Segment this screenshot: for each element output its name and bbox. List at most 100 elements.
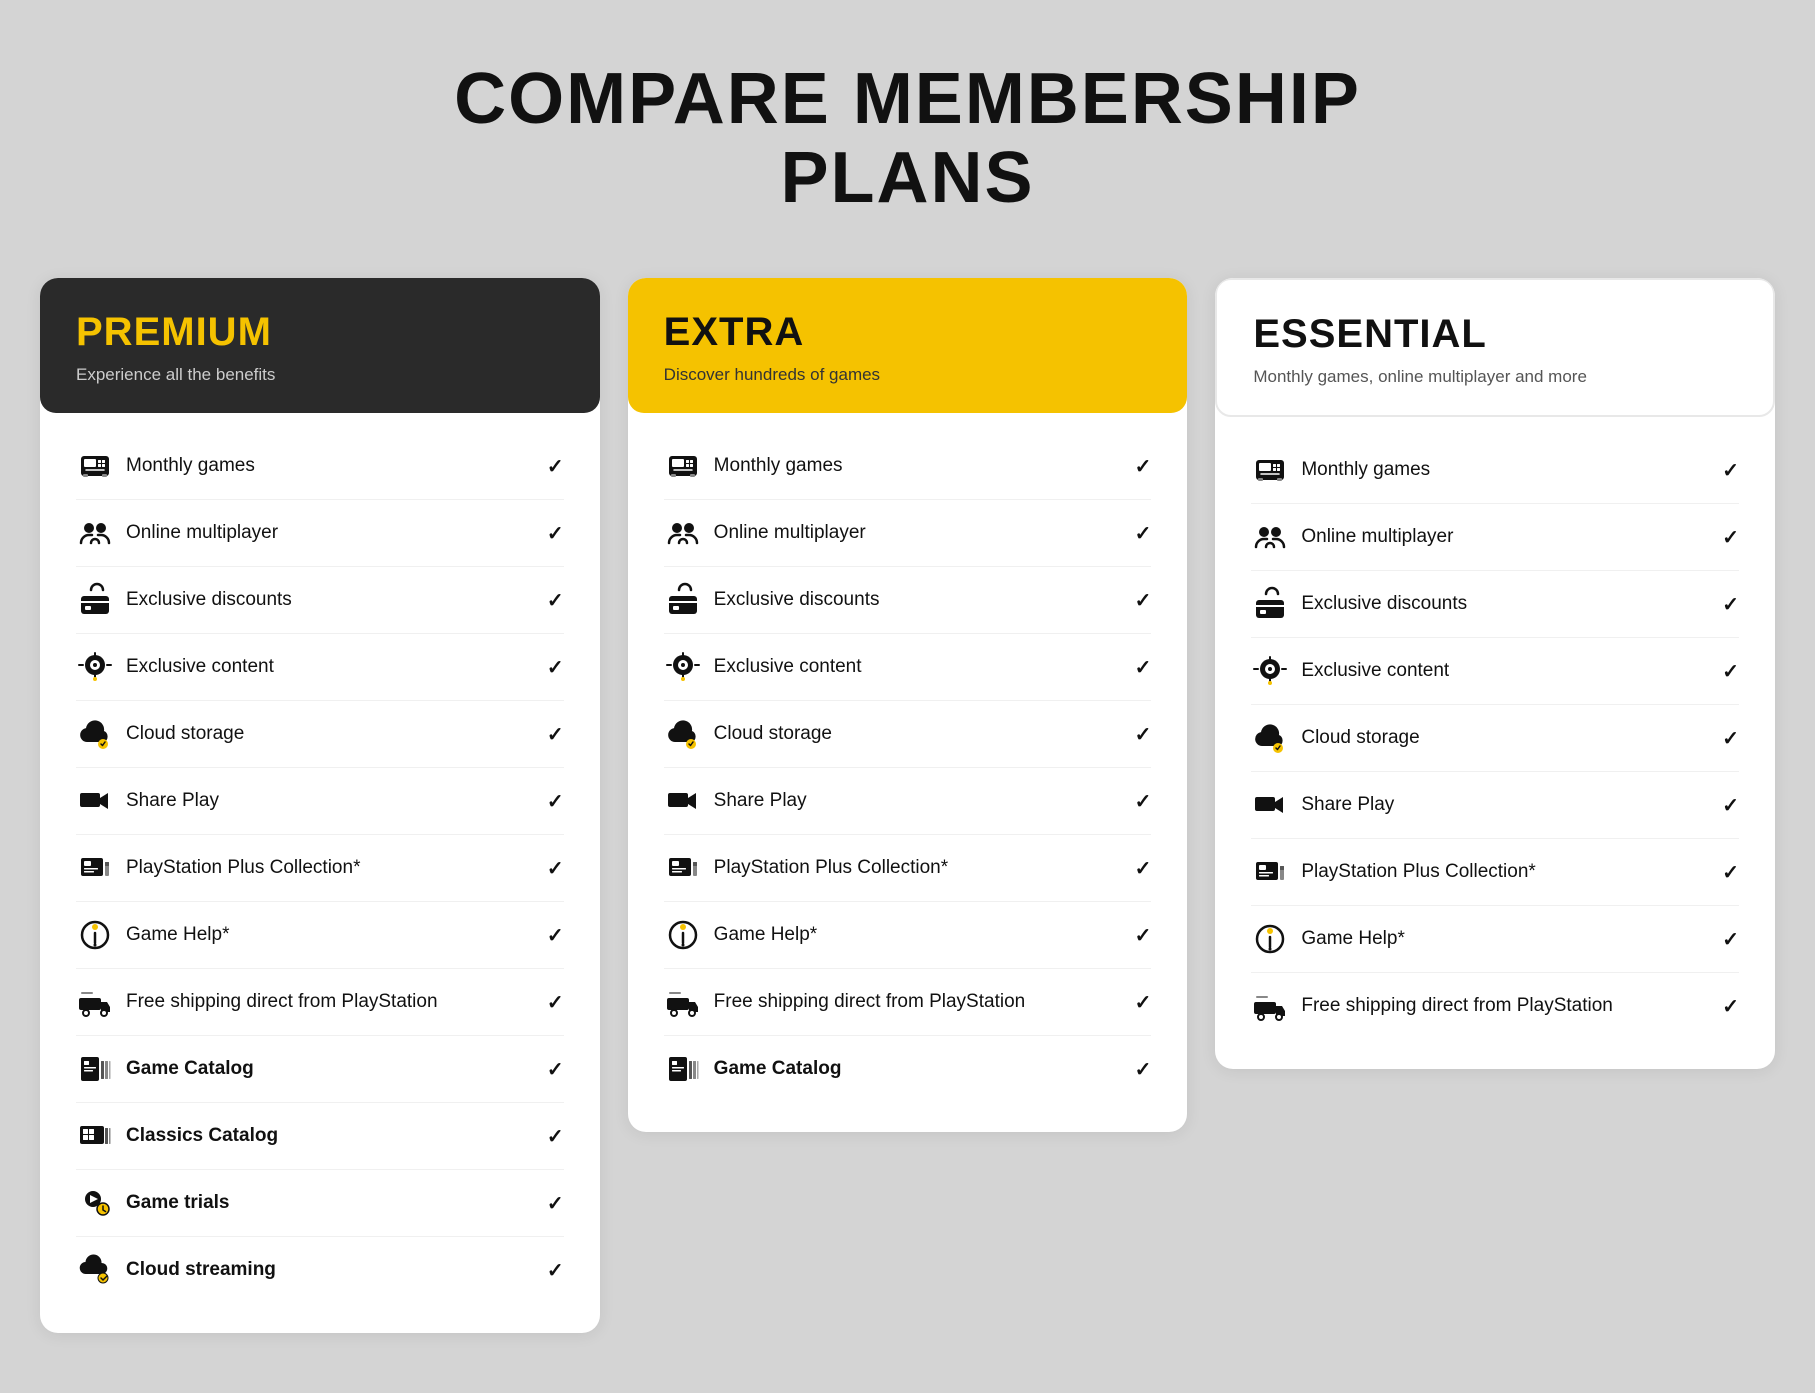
feature-row: Cloud storage✓ <box>76 701 564 768</box>
feature-check-icon: ✓ <box>547 722 564 747</box>
feature-check-icon: ✓ <box>1722 793 1739 818</box>
feature-label: Game Catalog <box>126 1058 535 1080</box>
feature-label: Game Help* <box>714 924 1123 946</box>
feature-label: PlayStation Plus Collection* <box>126 857 535 879</box>
feature-row: Exclusive discounts ✓ <box>1251 571 1739 638</box>
feature-label: Share Play <box>714 790 1123 812</box>
feature-icon <box>1251 585 1289 623</box>
feature-check-icon: ✓ <box>547 655 564 680</box>
feature-label: Classics Catalog <box>126 1125 535 1147</box>
feature-icon <box>664 916 702 954</box>
feature-label: Exclusive discounts <box>1301 593 1710 615</box>
feature-row: Exclusive content ✓ <box>76 634 564 701</box>
feature-icon <box>76 1251 114 1289</box>
feature-row: Classics Catalog ✓ <box>76 1103 564 1170</box>
feature-check-icon: ✓ <box>1135 789 1152 814</box>
feature-row: Monthly games✓ <box>664 433 1152 500</box>
feature-check-icon: ✓ <box>1135 856 1152 881</box>
feature-label: Exclusive content <box>126 656 535 678</box>
feature-icon <box>664 581 702 619</box>
feature-row: Monthly games ✓ <box>1251 437 1739 504</box>
feature-label: Exclusive content <box>714 656 1123 678</box>
feature-icon <box>76 782 114 820</box>
feature-row: Free shipping direct from PlayStation✓ <box>664 969 1152 1036</box>
feature-row: PlayStation Plus Collection*✓ <box>1251 839 1739 906</box>
features-list-extra: Monthly games✓Online multiplayer✓Exclusi… <box>628 413 1188 1102</box>
plan-subtitle-extra: Discover hundreds of games <box>664 365 1152 385</box>
feature-check-icon: ✓ <box>547 1258 564 1283</box>
features-list-premium: Monthly games✓Online multiplayer✓Exclusi… <box>40 413 600 1303</box>
feature-icon <box>76 1050 114 1088</box>
plan-name-extra: EXTRA <box>664 310 1152 355</box>
plan-header-essential: ESSENTIAL Monthly games, online multiplay… <box>1215 278 1775 417</box>
feature-icon <box>664 514 702 552</box>
plan-card-premium[interactable]: PREMIUMExperience all the benefitsMonthl… <box>40 278 600 1333</box>
plans-container: PREMIUMExperience all the benefitsMonthl… <box>40 278 1775 1333</box>
feature-check-icon: ✓ <box>1722 994 1739 1019</box>
feature-row: PlayStation Plus Collection* ✓ <box>76 835 564 902</box>
plan-subtitle-essential: Monthly games, online multiplayer and mo… <box>1253 367 1737 387</box>
feature-check-icon: ✓ <box>547 856 564 881</box>
feature-check-icon: ✓ <box>547 789 564 814</box>
feature-row: Online multiplayer✓ <box>664 500 1152 567</box>
feature-row: Game trials✓ <box>76 1170 564 1237</box>
feature-label: Online multiplayer <box>1301 526 1710 548</box>
feature-label: Game Help* <box>126 924 535 946</box>
feature-row: Game Catalog✓ <box>76 1036 564 1103</box>
feature-icon <box>1251 987 1289 1025</box>
feature-row: Game Help*✓ <box>1251 906 1739 973</box>
feature-icon <box>1251 786 1289 824</box>
feature-label: Online multiplayer <box>714 522 1123 544</box>
feature-check-icon: ✓ <box>547 1191 564 1216</box>
feature-row: Online multiplayer ✓ <box>76 500 564 567</box>
plan-card-extra[interactable]: EXTRA Discover hundreds of games Monthly g… <box>628 278 1188 1132</box>
feature-icon <box>1251 853 1289 891</box>
feature-label: Free shipping direct from PlayStation <box>1301 995 1710 1017</box>
feature-check-icon: ✓ <box>1135 655 1152 680</box>
feature-icon <box>664 782 702 820</box>
page-title: COMPARE MEMBERSHIP PLANS <box>454 60 1361 218</box>
feature-icon <box>76 1117 114 1155</box>
feature-label: Monthly games <box>1301 459 1710 481</box>
plan-card-essential[interactable]: ESSENTIAL Monthly games, online multiplay… <box>1215 278 1775 1069</box>
feature-check-icon: ✓ <box>547 923 564 948</box>
feature-row: Game Catalog✓ <box>664 1036 1152 1102</box>
feature-row: Share Play ✓ <box>1251 772 1739 839</box>
plan-subtitle-premium: Experience all the benefits <box>76 365 564 385</box>
feature-row: Game Help*✓ <box>664 902 1152 969</box>
feature-row: Online multiplayer ✓ <box>1251 504 1739 571</box>
feature-label: PlayStation Plus Collection* <box>714 857 1123 879</box>
feature-row: Exclusive discounts✓ <box>664 567 1152 634</box>
feature-label: Share Play <box>1301 794 1710 816</box>
feature-row: Cloud storage✓ <box>1251 705 1739 772</box>
feature-icon <box>664 447 702 485</box>
feature-check-icon: ✓ <box>547 454 564 479</box>
feature-check-icon: ✓ <box>547 521 564 546</box>
feature-check-icon: ✓ <box>1722 592 1739 617</box>
feature-check-icon: ✓ <box>1135 454 1152 479</box>
feature-icon <box>1251 719 1289 757</box>
feature-icon <box>76 983 114 1021</box>
feature-icon <box>76 1184 114 1222</box>
feature-check-icon: ✓ <box>1722 525 1739 550</box>
feature-icon <box>76 514 114 552</box>
feature-check-icon: ✓ <box>547 1124 564 1149</box>
feature-icon <box>1251 920 1289 958</box>
feature-row: Exclusive content✓ <box>1251 638 1739 705</box>
feature-icon <box>76 715 114 753</box>
feature-check-icon: ✓ <box>1722 458 1739 483</box>
plan-name-essential: ESSENTIAL <box>1253 312 1737 357</box>
plan-header-extra: EXTRA Discover hundreds of games <box>628 278 1188 413</box>
feature-check-icon: ✓ <box>1722 860 1739 885</box>
feature-label: Exclusive discounts <box>126 589 535 611</box>
feature-label: Game Help* <box>1301 928 1710 950</box>
feature-label: Online multiplayer <box>126 522 535 544</box>
feature-icon <box>1251 652 1289 690</box>
feature-icon <box>1251 518 1289 556</box>
feature-label: Game Catalog <box>714 1058 1123 1080</box>
feature-label: Exclusive content <box>1301 660 1710 682</box>
feature-check-icon: ✓ <box>1135 990 1152 1015</box>
feature-check-icon: ✓ <box>547 588 564 613</box>
feature-row: Game Help* ✓ <box>76 902 564 969</box>
feature-icon <box>76 916 114 954</box>
